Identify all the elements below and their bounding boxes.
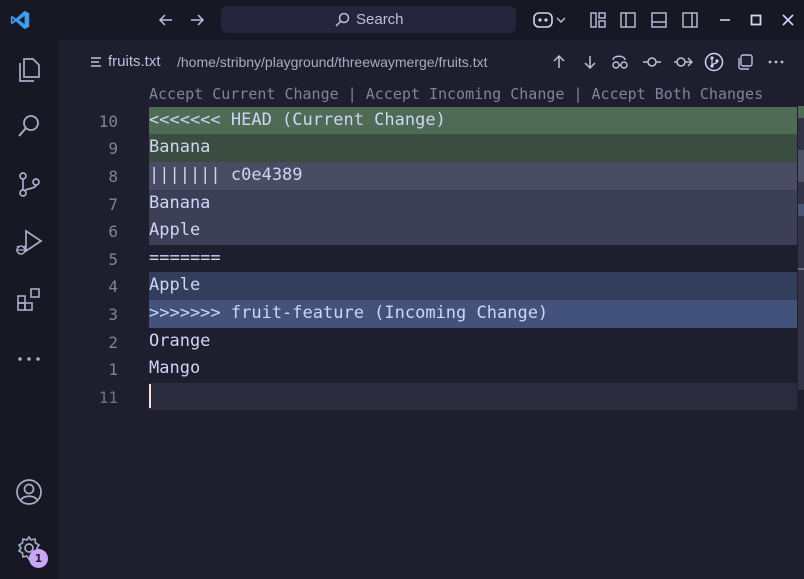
code-line-incoming-marker[interactable]: 3 >>>>>>> fruit-feature (Incoming Change… [60,300,797,328]
code-line-base[interactable]: 6 Apple [60,217,797,245]
search-placeholder: Search [356,11,404,28]
search-icon [335,12,350,27]
line-text: Banana [149,137,211,157]
line-number: 4 [108,277,118,296]
line-number: 10 [98,112,118,131]
gitlens-icon[interactable] [704,52,724,72]
line-text: Mango [149,358,201,378]
accept-current-change-link[interactable]: Accept Current Change [149,85,339,103]
codelens-separator: | [338,85,366,103]
code-line[interactable]: 2 Orange [60,328,797,356]
source-control-icon[interactable] [13,168,45,200]
more-actions-icon[interactable] [766,52,786,72]
toggle-primary-sidebar-icon[interactable] [617,9,639,31]
git-compare-icon[interactable] [610,52,630,72]
split-editor-icon[interactable] [735,52,755,72]
accept-both-changes-link[interactable]: Accept Both Changes [592,85,764,103]
line-text: Apple [149,220,201,240]
forward-arrow-icon[interactable] [186,9,208,31]
code-line-current-marker[interactable]: 10 <<<<<<< HEAD (Current Change) [60,107,797,135]
file-lines-icon [90,54,102,73]
customize-layout-icon[interactable] [587,9,609,31]
line-text: Apple [149,275,201,295]
code-line-separator[interactable]: 5 ======= [60,245,797,273]
previous-conflict-icon[interactable] [549,52,569,72]
merge-codelens: Accept Current Change | Accept Incoming … [149,85,763,103]
text-cursor [149,384,151,408]
more-views-icon[interactable] [13,341,45,373]
line-number: 1 [108,360,118,379]
line-number: 8 [108,167,118,186]
code-line-incoming[interactable]: 4 Apple [60,272,797,300]
code-line[interactable]: 1 Mango [60,355,797,383]
settings-badge: 1 [29,549,48,568]
toggle-secondary-sidebar-icon[interactable] [679,9,701,31]
minimize-icon[interactable] [714,9,736,31]
accounts-icon[interactable] [13,476,45,508]
toggle-panel-icon[interactable] [648,9,670,31]
line-number: 3 [108,305,118,324]
copilot-icon[interactable] [532,9,568,31]
line-number: 2 [108,333,118,352]
code-line-base-marker[interactable]: 8 ||||||| c0e4389 [60,162,797,190]
line-text: ||||||| c0e4389 [149,165,303,185]
line-text: Orange [149,331,211,351]
git-commit-icon[interactable] [642,52,662,72]
run-debug-icon[interactable] [13,226,45,258]
line-text: ======= [149,248,221,268]
line-number: 11 [98,388,118,407]
scrollbar-slider[interactable] [798,118,804,390]
back-arrow-icon[interactable] [155,9,177,31]
vscode-logo-icon [9,9,31,31]
line-text: <<<<<<< HEAD (Current Change) [149,110,446,130]
line-number: 5 [108,250,118,269]
overview-ruler-current-mark [798,106,804,118]
codelens-separator: | [564,85,592,103]
breadcrumb-file-name[interactable]: fruits.txt [108,53,161,70]
line-number: 6 [108,222,118,241]
next-conflict-icon[interactable] [580,52,600,72]
line-number: 9 [108,139,118,158]
accept-incoming-change-link[interactable]: Accept Incoming Change [366,85,565,103]
explorer-icon[interactable] [13,53,45,85]
maximize-icon[interactable] [745,9,767,31]
code-line-base[interactable]: 7 Banana [60,190,797,218]
open-changes-icon[interactable] [673,52,693,72]
code-line-current[interactable]: 9 Banana [60,134,797,162]
line-number: 7 [108,195,118,214]
extensions-icon[interactable] [13,284,45,316]
close-icon[interactable] [777,9,799,31]
code-line-active[interactable]: 11 [60,383,797,411]
title-bar: Search [0,0,804,40]
search-view-icon[interactable] [13,110,45,142]
line-text: Banana [149,193,211,213]
line-text: >>>>>>> fruit-feature (Incoming Change) [149,303,549,323]
breadcrumb-file-path: /home/stribny/playground/threewaymerge/f… [177,54,488,70]
command-center-search[interactable]: Search [221,6,516,33]
